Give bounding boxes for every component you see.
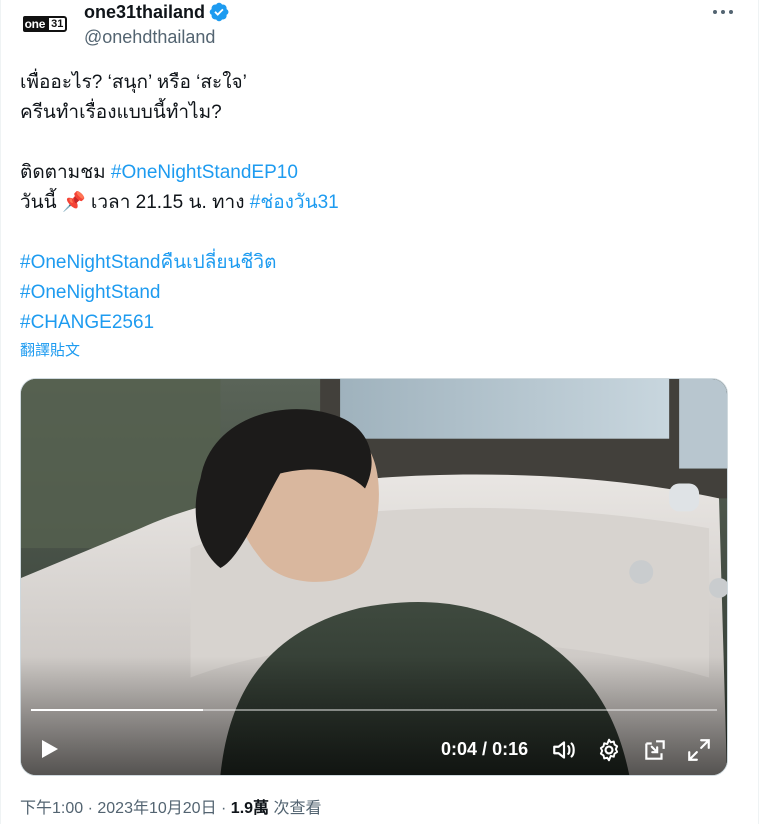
pop-out-icon[interactable] [642,737,668,763]
hashtag-link[interactable]: #CHANGE2561 [20,308,740,338]
volume-icon[interactable] [551,737,577,763]
play-icon[interactable] [37,737,61,761]
brand-logo: one 31 [22,16,68,32]
author-handle[interactable]: @onehdthailand [84,24,229,50]
video-progress-fill [31,709,203,711]
video-duration: 0:16 [492,739,529,759]
logo-text: one [22,16,48,32]
video-current-time: 0:04 [441,739,478,759]
tweet-text-segment: ติดตามชม [20,162,111,183]
hashtag-link[interactable]: #OneNightStandEP10 [111,162,298,183]
tweet-meta: 下午1:00 · 2023年10月20日 · 1.9萬 次查看 [20,796,322,822]
left-border [0,0,1,824]
video-progress-bar[interactable] [31,709,717,711]
fullscreen-icon[interactable] [686,737,712,763]
author-display-name-row[interactable]: one31thailand [84,0,229,24]
tweet-text-segment: วันนี้ [20,192,62,213]
tweet-text-segment: เวลา 21.15 น. ทาง [85,192,250,213]
tweet-time[interactable]: 下午1:00 [20,800,83,817]
tweet-line: เพื่ออะไร? ‘สนุก’ หรือ ‘สะใจ’ [20,72,247,93]
pushpin-emoji-icon: 📌 [61,192,86,213]
more-horizontal-icon[interactable] [706,2,740,22]
tweet-text: เพื่ออะไร? ‘สนุก’ หรือ ‘สะใจ’ ครีนทำเรื่… [20,68,740,338]
video-player[interactable]: 0:04 / 0:16 [20,378,728,776]
verified-badge-icon [209,2,229,22]
hashtag-link[interactable]: #ช่องวัน31 [250,192,339,213]
video-time: 0:04 / 0:16 [441,737,528,761]
hashtag-link[interactable]: #OneNightStandคืนเปลี่ยนชีวิต [20,248,740,278]
tweet-line: ครีนทำเรื่องแบบนี้ทำไม? [20,102,222,123]
settings-gear-icon[interactable] [596,737,622,763]
tweet-header: one 31 one31thailand @onehdthailand [20,0,740,60]
line-break [20,218,740,248]
view-count-label: 次查看 [269,800,322,817]
tweet-line: ติดตามชม #OneNightStandEP10 [20,158,740,188]
author-names: one31thailand @onehdthailand [84,0,229,50]
author-display-name[interactable]: one31thailand [84,0,205,24]
translate-post-link[interactable]: 翻譯貼文 [20,340,80,362]
avatar[interactable]: one 31 [20,0,70,48]
meta-separator: · [83,800,98,817]
line-break [20,128,740,158]
tweet-line: วันนี้ 📌 เวลา 21.15 น. ทาง #ช่องวัน31 [20,188,740,218]
hashtag-link[interactable]: #OneNightStand [20,278,740,308]
video-frame [21,379,727,775]
meta-separator: · [216,800,231,817]
tweet-date[interactable]: 2023年10月20日 [97,800,216,817]
video-time-separator: / [482,739,488,759]
view-count: 1.9萬 [230,800,270,817]
logo-number: 31 [47,16,68,32]
